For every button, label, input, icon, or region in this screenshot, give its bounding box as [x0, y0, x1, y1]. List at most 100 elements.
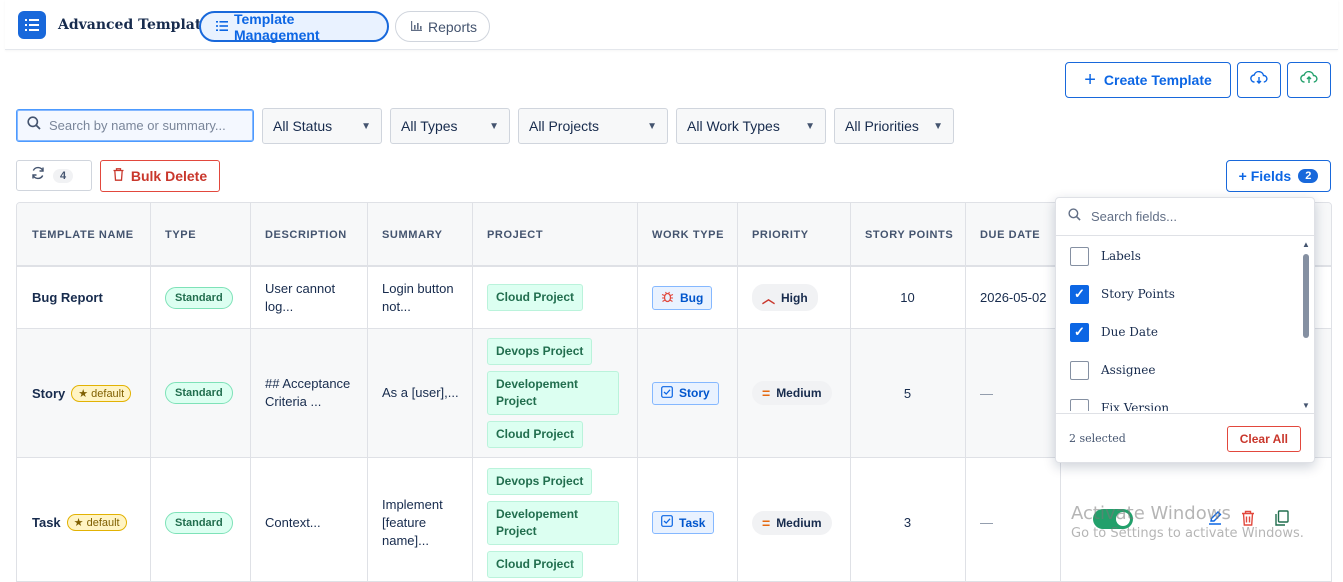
work-type-filter[interactable]: All Work Types ▼	[676, 108, 826, 144]
checkbox[interactable]	[1070, 398, 1089, 411]
field-option-fix-version[interactable]: Fix Version	[1056, 389, 1302, 411]
fields-label: + Fields	[1238, 168, 1292, 184]
trash-icon	[113, 168, 124, 184]
project-cell: Devops Project Developement Project Clou…	[472, 329, 638, 457]
refresh-count: 4	[53, 168, 74, 183]
template-name[interactable]: Bug Report	[32, 290, 103, 305]
search-input[interactable]: Search by name or summary...	[16, 109, 254, 142]
caret-down-icon: ▼	[805, 120, 815, 132]
scroll-down-icon[interactable]: ▼	[1302, 401, 1310, 410]
checkbox[interactable]	[1070, 360, 1089, 380]
priority-label: Medium	[776, 386, 822, 400]
due-date-cell: 2026-05-02	[965, 267, 1061, 328]
work-type-label: Bug	[680, 290, 704, 305]
plus-icon: +	[1084, 69, 1096, 91]
priority-cell: = Medium	[737, 458, 851, 581]
story-points-cell: 5	[850, 329, 966, 457]
field-option-labels[interactable]: Labels	[1056, 237, 1302, 275]
caret-down-icon: ▼	[489, 120, 499, 132]
watermark-line-2: Go to Settings to activate Windows.	[1071, 526, 1304, 541]
fields-button[interactable]: + Fields 2	[1226, 160, 1331, 192]
description-cell: Context...	[250, 458, 368, 581]
project-filter-value: All Projects	[529, 118, 600, 134]
type-badge: Standard	[165, 511, 233, 534]
priority-label: High	[781, 290, 808, 305]
tab-template-management[interactable]: Template Management	[199, 11, 389, 43]
story-points-cell: 10	[850, 267, 966, 328]
import-button[interactable]	[1237, 62, 1281, 98]
bulk-delete-button[interactable]: Bulk Delete	[100, 160, 220, 192]
caret-down-icon: ▼	[647, 120, 657, 132]
priority-filter-value: All Priorities	[845, 118, 919, 134]
checkbox-checked[interactable]: ✓	[1070, 284, 1089, 304]
template-name[interactable]: Story	[32, 386, 65, 401]
description-cell: ## Acceptance Criteria ...	[250, 329, 368, 457]
fields-search-input[interactable]: Search fields...	[1056, 198, 1314, 236]
field-option-story-points[interactable]: ✓ Story Points	[1056, 275, 1302, 313]
tab-reports[interactable]: Reports	[395, 11, 490, 42]
bulk-delete-label: Bulk Delete	[130, 168, 208, 184]
fields-scrollbar[interactable]: ▲ ▼	[1301, 240, 1311, 410]
priority-badge: = Medium	[752, 510, 832, 535]
scroll-up-icon[interactable]: ▲	[1302, 240, 1310, 249]
type-filter-value: All Types	[401, 118, 458, 134]
story-icon	[661, 385, 673, 401]
story-points-cell: 3	[850, 458, 966, 581]
type-cell: Standard	[150, 458, 251, 581]
field-option-assignee[interactable]: Assignee	[1056, 351, 1302, 389]
app-logo-icon[interactable]	[18, 11, 46, 39]
header-summary[interactable]: SUMMARY	[367, 203, 473, 267]
fields-list: Labels ✓ Story Points ✓ Due Date Assignee …	[1056, 237, 1302, 411]
project-badge: Developement Project	[487, 371, 619, 415]
header-template-name[interactable]: TEMPLATE NAME	[17, 203, 151, 267]
tab-reports-label: Reports	[428, 18, 478, 35]
selected-count: 2 selected	[1069, 432, 1126, 445]
field-option-label: Assignee	[1101, 363, 1156, 377]
header-story-points[interactable]: STORY POINTS	[850, 203, 966, 267]
header-work-type[interactable]: WORK TYPE	[637, 203, 738, 267]
create-template-button[interactable]: + Create Template	[1065, 62, 1231, 98]
scroll-thumb[interactable]	[1303, 254, 1309, 338]
type-filter[interactable]: All Types ▼	[390, 108, 510, 144]
header-description[interactable]: DESCRIPTION	[250, 203, 368, 267]
description-cell: User cannot log...	[250, 267, 368, 328]
summary-cell: Implement [feature name]...	[367, 458, 473, 581]
due-date-cell: —	[965, 458, 1061, 581]
work-type-label: Task	[679, 515, 706, 530]
field-option-label: Fix Version	[1101, 401, 1170, 411]
checkbox-checked[interactable]: ✓	[1070, 322, 1089, 342]
work-type-badge: Task	[652, 511, 715, 534]
work-type-label: Story	[679, 386, 710, 400]
export-button[interactable]	[1287, 62, 1331, 98]
fields-footer: 2 selected Clear All	[1056, 413, 1314, 463]
clear-all-button[interactable]: Clear All	[1226, 425, 1301, 452]
refresh-button[interactable]: 4	[16, 160, 92, 191]
project-filter[interactable]: All Projects ▼	[518, 108, 668, 144]
search-placeholder: Search by name or summary...	[49, 118, 226, 133]
task-icon	[661, 515, 673, 530]
caret-down-icon: ▼	[933, 120, 943, 132]
chevron-up-icon: ︿	[762, 291, 776, 306]
project-badge: Cloud Project	[487, 421, 584, 448]
field-option-due-date[interactable]: ✓ Due Date	[1056, 313, 1302, 351]
checkbox[interactable]	[1070, 246, 1089, 266]
cloud-upload-icon	[1300, 70, 1318, 90]
work-type-cell: Bug	[637, 267, 738, 328]
default-badge: ★ default	[66, 514, 127, 531]
priority-cell: = Medium	[737, 329, 851, 457]
work-type-badge: Bug	[652, 285, 713, 310]
watermark-line-1: Activate Windows	[1071, 503, 1231, 524]
header-type[interactable]: TYPE	[150, 203, 251, 267]
field-option-label: Labels	[1101, 249, 1141, 263]
header-project[interactable]: PROJECT	[472, 203, 638, 267]
template-name-cell: Story ★ default	[17, 329, 151, 457]
header-due-date[interactable]: DUE DATE	[965, 203, 1061, 267]
work-type-cell: Task	[637, 458, 738, 581]
template-name[interactable]: Task	[32, 515, 61, 530]
default-badge: ★ default	[71, 384, 132, 402]
status-filter[interactable]: All Status ▼	[262, 108, 382, 144]
type-badge: Standard	[165, 382, 233, 404]
priority-filter[interactable]: All Priorities ▼	[834, 108, 954, 144]
project-badge: Devops Project	[487, 338, 593, 365]
header-priority[interactable]: PRIORITY	[737, 203, 851, 267]
